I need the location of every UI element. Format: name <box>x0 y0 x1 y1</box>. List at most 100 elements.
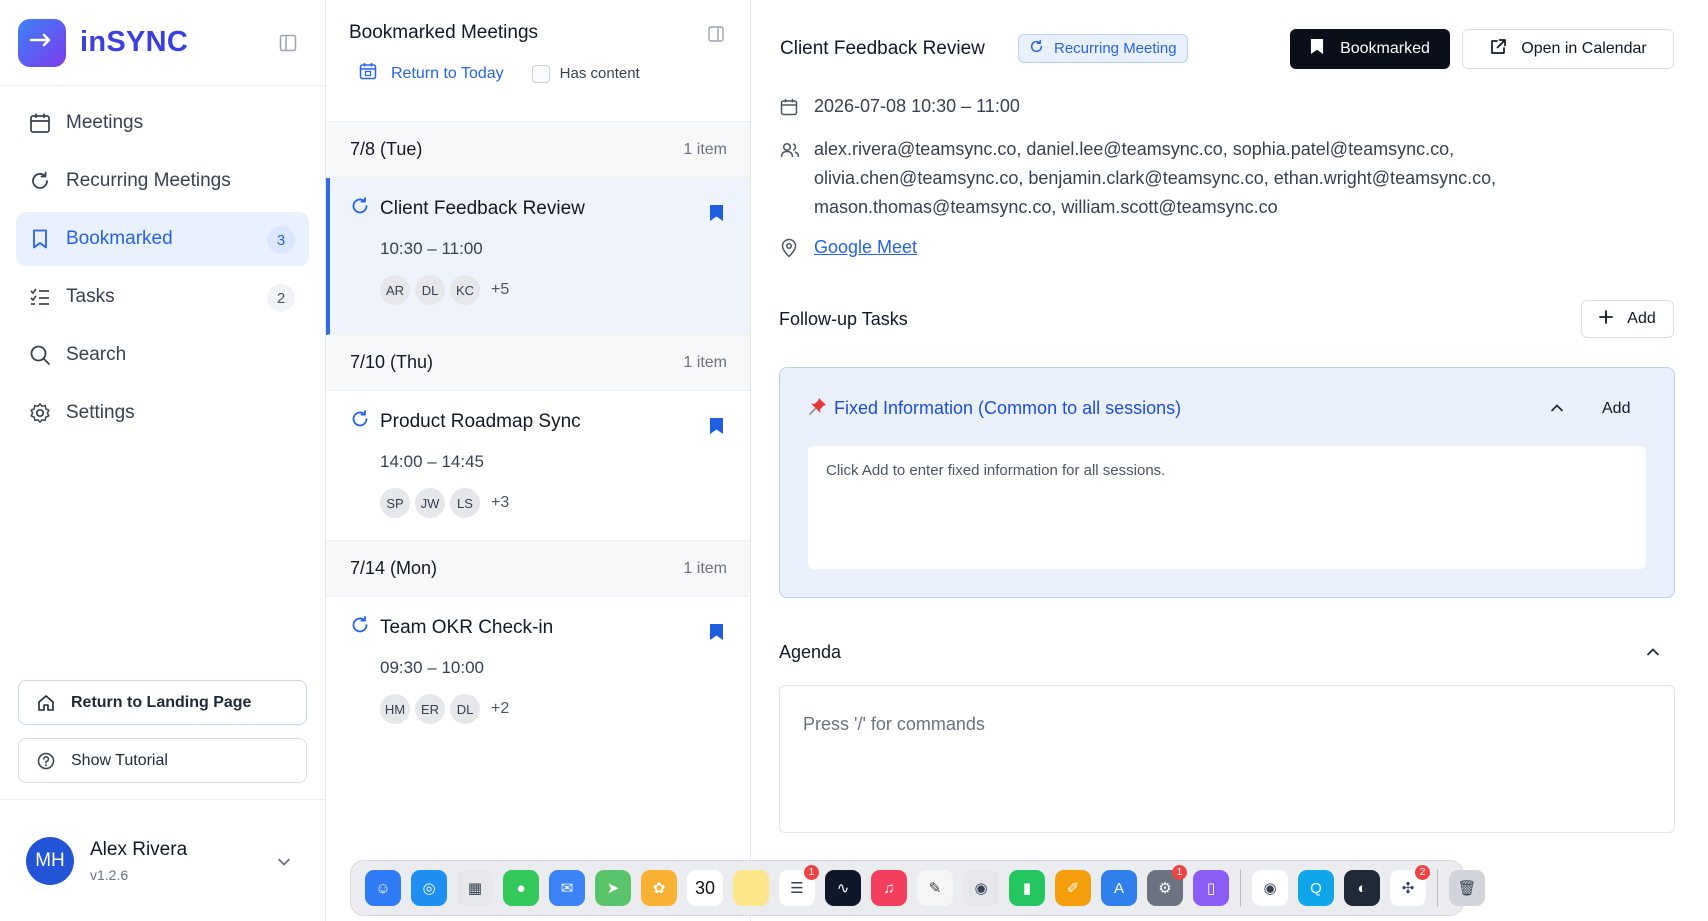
sidebar-item-label: Settings <box>66 402 135 423</box>
safari-icon[interactable]: ◎ <box>411 870 447 906</box>
calendar-app-icon[interactable]: 30 <box>687 870 723 906</box>
meeting-list-item[interactable]: Client Feedback Review 10:30 – 11:00 AR … <box>326 178 750 335</box>
agenda-editor[interactable]: Press '/' for commands <box>779 685 1675 833</box>
attendee-avatar: JW <box>415 488 445 518</box>
chrome-icon[interactable]: ◉ <box>1252 870 1288 906</box>
meeting-time: 10:30 – 11:00 <box>380 239 483 258</box>
attendee-email-line: mason.thomas@teamsync.co, william.scott@… <box>814 197 1278 217</box>
meeting-detail-pane: Client Feedback Review Recurring Meeting… <box>752 0 1708 921</box>
attendee-emails: alex.rivera@teamsync.co, daniel.lee@team… <box>814 135 1496 222</box>
brand-header: inSYNC <box>0 0 325 86</box>
meeting-list-item[interactable]: Product Roadmap Sync 14:00 – 14:45 SP JW… <box>326 391 750 541</box>
search-icon <box>28 343 52 367</box>
group-count: 1 item <box>683 140 727 158</box>
slack-icon[interactable]: ✣ 2 <box>1390 865 1430 906</box>
meeting-list-item[interactable]: Team OKR Check-in 09:30 – 10:00 HM ER DL… <box>326 597 750 747</box>
return-to-landing-button[interactable]: Return to Landing Page <box>18 680 307 725</box>
sidebar-nav: Meetings Recurring Meetings Bookmarked 3… <box>0 86 325 454</box>
calendar-icon <box>780 92 802 121</box>
recurring-meeting-badge[interactable]: Recurring Meeting <box>1018 34 1188 63</box>
stocks-icon[interactable]: ∿ <box>825 870 861 906</box>
attendee-email-line: alex.rivera@teamsync.co, daniel.lee@team… <box>814 139 1455 159</box>
return-to-today-button[interactable]: Return to Today <box>359 62 504 85</box>
appstore-icon[interactable]: A <box>1101 870 1137 906</box>
meeting-title: Client Feedback Review <box>380 197 585 219</box>
panel-collapse-icon[interactable] <box>708 26 724 47</box>
fixed-information-header[interactable]: Fixed Information (Common to all session… <box>808 396 1181 421</box>
pages-icon[interactable]: ✐ <box>1055 870 1091 906</box>
open-in-calendar-button[interactable]: Open in Calendar <box>1462 29 1674 69</box>
sidebar-item-tasks[interactable]: Tasks 2 <box>16 270 309 324</box>
bookmark-filled-icon[interactable] <box>709 623 724 646</box>
fixed-info-placeholder[interactable]: Click Add to enter fixed information for… <box>808 446 1646 569</box>
photos-icon[interactable]: ✿ <box>641 870 677 906</box>
trash-icon[interactable]: 🗑 <box>1449 870 1485 906</box>
chevron-up-icon[interactable] <box>1646 644 1660 662</box>
notification-badge: 1 <box>1172 865 1187 880</box>
show-tutorial-button[interactable]: Show Tutorial <box>18 738 307 783</box>
attendee-avatar: HM <box>380 694 410 724</box>
sidebar-item-settings[interactable]: Settings <box>16 386 309 440</box>
notes-icon[interactable] <box>733 870 769 906</box>
external-link-icon <box>1489 38 1507 61</box>
add-task-button[interactable]: Add <box>1581 300 1674 338</box>
chevron-down-icon[interactable] <box>277 854 291 872</box>
followup-tasks-title: Follow-up Tasks <box>779 309 908 329</box>
fixed-information-panel: Fixed Information (Common to all session… <box>779 367 1675 598</box>
music-icon[interactable]: ♫ <box>871 870 907 906</box>
camera-app-icon[interactable]: ◐ <box>1344 870 1380 906</box>
fixed-info-add-button[interactable]: Add <box>1602 400 1630 418</box>
bookmark-filled-icon[interactable] <box>709 204 724 227</box>
agenda-title: Agenda <box>779 642 842 662</box>
has-content-filter[interactable]: Has content <box>531 64 640 83</box>
user-profile[interactable]: MH Alex Rivera v1.2.6 <box>0 799 325 921</box>
bookmarked-button[interactable]: Bookmarked <box>1290 29 1450 69</box>
sidebar-item-search[interactable]: Search <box>16 328 309 382</box>
sidebar-item-meetings[interactable]: Meetings <box>16 96 309 150</box>
quicktime-icon[interactable]: Q <box>1298 870 1334 906</box>
messages-icon[interactable]: ● <box>503 870 539 906</box>
fixed-information-title: Fixed Information (Common to all session… <box>834 398 1182 418</box>
dock-separator <box>1240 869 1241 907</box>
count-badge: 2 <box>267 284 295 312</box>
sidebar-item-recurring-meetings[interactable]: Recurring Meetings <box>16 154 309 208</box>
users-icon <box>780 135 802 164</box>
notification-badge: 1 <box>804 865 819 880</box>
attendee-avatars: HM ER DL +2 <box>380 694 726 724</box>
meeting-title: Team OKR Check-in <box>380 616 554 638</box>
maps-icon[interactable]: ➤ <box>595 870 631 906</box>
location-row: Google Meet <box>780 233 917 262</box>
google-meet-link[interactable]: Google Meet <box>814 233 917 262</box>
app-logo-icon <box>18 18 66 67</box>
freeform-icon[interactable]: ✎ <box>917 870 953 906</box>
return-to-today-label: Return to Today <box>391 64 504 82</box>
sidebar: inSYNC Meetings Recurring Meetings Bookm… <box>0 0 326 921</box>
more-attendees-count: +2 <box>491 700 510 717</box>
system-settings-icon[interactable]: ⚙ 1 <box>1147 865 1187 906</box>
preview-icon[interactable]: ▯ <box>1193 870 1229 906</box>
help-icon <box>37 751 57 771</box>
chevron-up-icon[interactable] <box>1550 400 1564 418</box>
meeting-detail-title: Client Feedback Review <box>780 38 985 59</box>
bookmarked-label: Bookmarked <box>1340 40 1430 57</box>
bookmark-filled-icon[interactable] <box>709 417 724 440</box>
refresh-icon <box>28 169 52 193</box>
date-group-header: 7/8 (Tue) 1 item <box>326 122 750 178</box>
attendees-row: alex.rivera@teamsync.co, daniel.lee@team… <box>780 135 1496 222</box>
numbers-icon[interactable]: ▮ <box>1009 870 1045 906</box>
show-tutorial-label: Show Tutorial <box>71 751 168 769</box>
finder-icon[interactable]: ☺ <box>365 870 401 906</box>
recurring-icon <box>350 196 370 221</box>
attendee-avatars: AR DL KC +5 <box>380 275 726 305</box>
launchpad-icon[interactable]: ▦ <box>457 870 493 906</box>
sidebar-collapse-icon[interactable] <box>279 34 297 52</box>
mail-icon[interactable]: ✉ <box>549 870 585 906</box>
sidebar-item-bookmarked[interactable]: Bookmarked 3 <box>16 212 309 266</box>
attendee-avatar: KC <box>450 275 480 305</box>
add-task-label: Add <box>1627 310 1656 327</box>
has-content-checkbox[interactable] <box>531 64 550 83</box>
home-icon <box>37 693 57 713</box>
reminders-icon[interactable]: ☰ 1 <box>779 865 819 906</box>
sidebar-item-label: Recurring Meetings <box>66 170 231 191</box>
screenshot-icon[interactable]: ◉ <box>963 870 999 906</box>
